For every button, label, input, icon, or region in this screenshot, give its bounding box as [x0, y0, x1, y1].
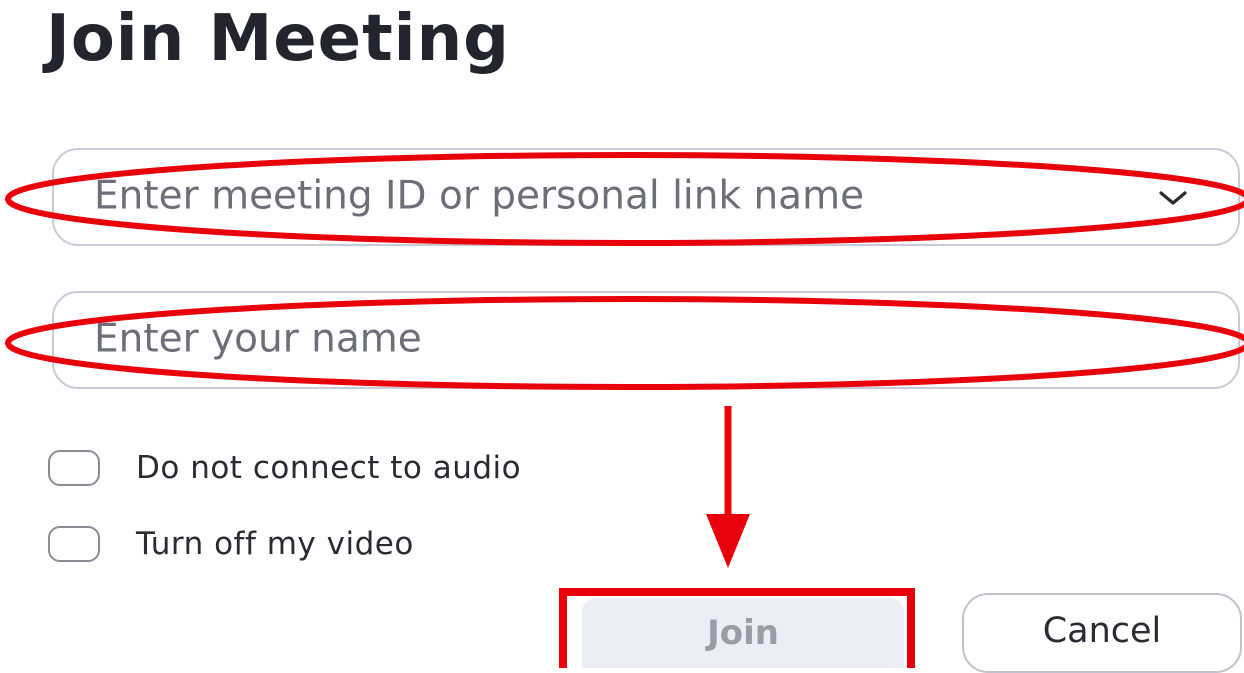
meeting-id-input[interactable]: Enter meeting ID or personal link name [52, 148, 1240, 246]
meeting-id-placeholder: Enter meeting ID or personal link name [94, 173, 865, 219]
page-title: Join Meeting [46, 2, 510, 76]
name-placeholder: Enter your name [94, 316, 422, 362]
no-audio-checkbox[interactable] [48, 450, 100, 486]
chevron-down-icon[interactable] [1158, 188, 1188, 208]
no-audio-label[interactable]: Do not connect to audio [136, 450, 521, 486]
join-button[interactable]: Join [582, 598, 904, 668]
cancel-button[interactable]: Cancel [962, 593, 1242, 673]
video-off-checkbox[interactable] [48, 526, 100, 562]
video-off-label[interactable]: Turn off my video [136, 526, 414, 562]
option-video-off[interactable]: Turn off my video [48, 524, 414, 564]
name-input[interactable]: Enter your name [52, 291, 1240, 389]
arrow-head-icon [706, 514, 750, 568]
option-no-audio[interactable]: Do not connect to audio [48, 448, 521, 488]
